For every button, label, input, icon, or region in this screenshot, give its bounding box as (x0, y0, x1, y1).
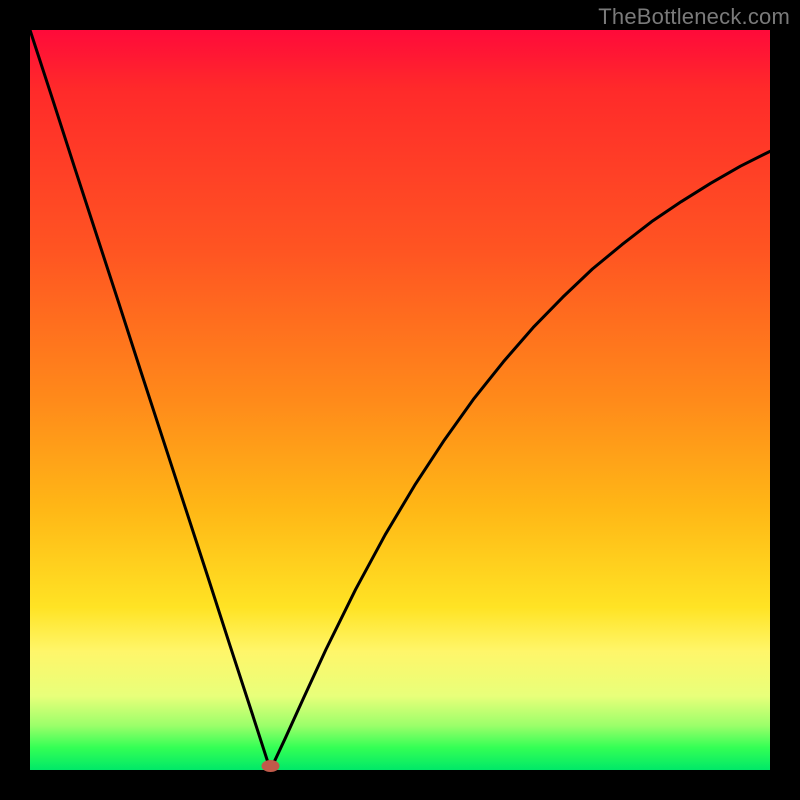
notch-marker (262, 760, 280, 772)
watermark-text: TheBottleneck.com (598, 4, 790, 30)
plot-area (30, 30, 770, 770)
bottleneck-curve (30, 30, 770, 770)
chart-frame: TheBottleneck.com (0, 0, 800, 800)
